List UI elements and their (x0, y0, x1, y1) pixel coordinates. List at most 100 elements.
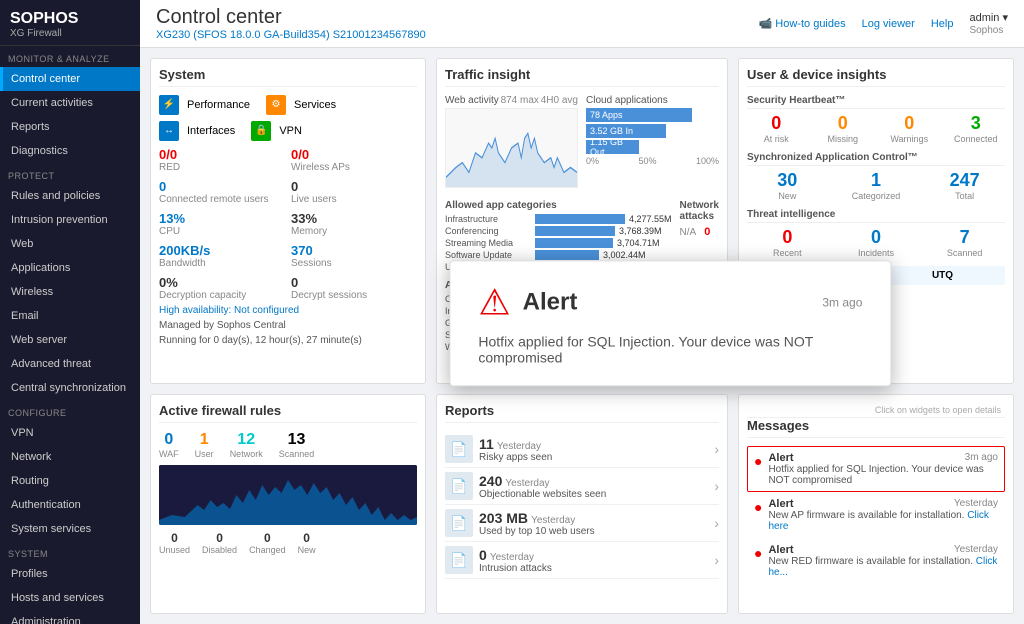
firewall-bottom-stats: 0Unused0Disabled0Changed0New (159, 531, 417, 555)
heartbeat-stats: 0At risk0Missing0Warnings3Connected (747, 113, 1005, 144)
vpn-icon: 🔒 (251, 121, 271, 141)
app-cat-item: Software Update3,002.44M (445, 250, 672, 260)
vpn-item[interactable]: 🔒 VPN (251, 121, 302, 141)
interfaces-item[interactable]: ↔ Interfaces (159, 121, 235, 141)
main-area: Control center XG230 (SFOS 18.0.0 GA-Bui… (140, 0, 1024, 624)
reports-list: 📄 11 Yesterday Risky apps seen ›📄 240 Ye… (445, 431, 719, 579)
cloud-bar: 78 Apps (586, 108, 692, 122)
logo-sub: XG Firewall (10, 28, 78, 39)
report-item[interactable]: 📄 11 Yesterday Risky apps seen › (445, 431, 719, 468)
fw-bottom-item: 0New (298, 531, 316, 555)
report-icon: 📄 (445, 546, 473, 574)
report-arrow: › (714, 552, 719, 568)
remote-users-stat: 0 Connected remote users (159, 179, 285, 205)
sidebar-item-system-services[interactable]: System services (0, 517, 140, 541)
sidebar-item-central-sync[interactable]: Central synchronization (0, 376, 140, 400)
interfaces-icon: ↔ (159, 121, 179, 141)
sidebar-item-vpn[interactable]: VPN (0, 421, 140, 445)
sidebar-item-advanced-threat[interactable]: Advanced threat (0, 352, 140, 376)
sync-title: Synchronized Application Control™ (747, 152, 1005, 166)
web-activity-chart[interactable] (445, 108, 578, 188)
report-item[interactable]: 📄 240 Yesterday Objectionable websites s… (445, 468, 719, 505)
how-to-guides-link[interactable]: 📹 How-to guides (759, 17, 846, 30)
report-icon: 📄 (445, 472, 473, 500)
services-item[interactable]: ⚙ Services (266, 95, 336, 115)
sidebar-section-label: System (0, 541, 140, 562)
sidebar-item-email[interactable]: Email (0, 304, 140, 328)
sidebar-item-web[interactable]: Web (0, 232, 140, 256)
fw-bottom-item: 0Unused (159, 531, 190, 555)
web-activity-label: Web activity (445, 95, 499, 106)
firewall-stats: 0WAF1User12Network13Scanned (159, 431, 417, 459)
admin-menu[interactable]: admin ▾ Sophos (969, 11, 1008, 36)
content-area: System ⚡ Performance ⚙ Services ↔ Interf… (140, 48, 1024, 624)
managed-line: Managed by Sophos Central (159, 320, 417, 331)
message-time: Yesterday (954, 544, 998, 556)
alert-header: ⚠ Alert 3m ago (478, 281, 862, 323)
heartbeat-stat: 0At risk (747, 113, 806, 144)
message-item[interactable]: ● Alert Yesterday New AP firmware is ava… (747, 492, 1005, 538)
sync-stat: 1Categorized (836, 170, 917, 201)
topbar-left: Control center XG230 (SFOS 18.0.0 GA-Bui… (156, 6, 426, 41)
help-link[interactable]: Help (931, 18, 954, 30)
sidebar-item-hosts-and-services[interactable]: Hosts and services (0, 586, 140, 610)
sidebar-item-diagnostics[interactable]: Diagnostics (0, 139, 140, 163)
sidebar-item-network[interactable]: Network (0, 445, 140, 469)
message-link[interactable]: Click he... (768, 556, 997, 578)
message-desc: New AP firmware is available for install… (768, 510, 998, 532)
uptime-line: Running for 0 day(s), 12 hour(s), 27 min… (159, 335, 417, 346)
topbar-right: 📹 How-to guides Log viewer Help admin ▾ … (759, 11, 1008, 36)
sidebar-item-authentication[interactable]: Authentication (0, 493, 140, 517)
memory-stat: 33% Memory (291, 211, 417, 237)
firewall-chart[interactable] (159, 465, 417, 525)
decrypt-sessions-stat: 0 Decrypt sessions (291, 275, 417, 301)
cloud-bar: 3.52 GB In (586, 124, 666, 138)
report-item[interactable]: 📄 203 MB Yesterday Used by top 10 web us… (445, 505, 719, 542)
device-subtitle: XG230 (SFOS 18.0.0 GA-Build354) S2100123… (156, 29, 426, 41)
heartbeat-stat: 3Connected (946, 113, 1005, 144)
sidebar-sections: Monitor & AnalyzeControl centerCurrent a… (0, 46, 140, 624)
alert-title: Alert (523, 288, 811, 316)
cpu-stat: 13% CPU (159, 211, 285, 237)
heartbeat-stat: 0Missing (813, 113, 872, 144)
sidebar-logo: SOPHOS XG Firewall (0, 0, 140, 46)
cloud-bar: 1.15 GB Out (586, 140, 639, 154)
sidebar-item-current-activities[interactable]: Current activities (0, 91, 140, 115)
sidebar-item-control-center[interactable]: Control center (0, 67, 140, 91)
reports-title: Reports (445, 403, 719, 423)
alert-overlay[interactable]: ⚠ Alert 3m ago Hotfix applied for SQL In… (449, 260, 891, 386)
sidebar-item-intrusion-prevention[interactable]: Intrusion prevention (0, 208, 140, 232)
sidebar-item-routing[interactable]: Routing (0, 469, 140, 493)
utq-section[interactable]: UTQ (880, 266, 1005, 285)
sidebar-item-wireless[interactable]: Wireless (0, 280, 140, 304)
sync-stat: 247Total (924, 170, 1005, 201)
sidebar-section-label: Configure (0, 400, 140, 421)
performance-item[interactable]: ⚡ Performance (159, 95, 250, 115)
performance-label: Performance (187, 99, 250, 111)
sidebar-item-reports[interactable]: Reports (0, 115, 140, 139)
message-dot: ● (754, 545, 762, 578)
net-attacks-title: Network attacks (680, 200, 719, 222)
sidebar-item-applications[interactable]: Applications (0, 256, 140, 280)
report-arrow: › (714, 478, 719, 494)
message-item[interactable]: ● Alert 3m ago Hotfix applied for SQL In… (747, 446, 1005, 492)
ha-value[interactable]: Not configured (234, 305, 299, 316)
message-item[interactable]: ● Alert Yesterday New RED firmware is av… (747, 538, 1005, 584)
message-link[interactable]: Click here (768, 510, 988, 532)
sidebar-item-profiles[interactable]: Profiles (0, 562, 140, 586)
report-item[interactable]: 📄 0 Yesterday Intrusion attacks › (445, 542, 719, 579)
sidebar-item-web-server[interactable]: Web server (0, 328, 140, 352)
red-stat: 0/0 RED (159, 147, 285, 173)
alert-icon: ⚠ (478, 281, 510, 323)
report-icon: 📄 (445, 435, 473, 463)
message-content: Alert 3m ago Hotfix applied for SQL Inje… (768, 452, 998, 486)
sidebar-item-rules-and-policies[interactable]: Rules and policies (0, 184, 140, 208)
message-dot: ● (754, 453, 762, 486)
sync-stats: 30New1Categorized247Total (747, 170, 1005, 201)
reports-panel: Reports 📄 11 Yesterday Risky apps seen ›… (436, 394, 728, 614)
log-viewer-link[interactable]: Log viewer (862, 18, 915, 30)
system-title: System (159, 67, 417, 87)
sidebar-item-administration[interactable]: Administration (0, 610, 140, 624)
topbar: Control center XG230 (SFOS 18.0.0 GA-Bui… (140, 0, 1024, 48)
message-time: Yesterday (954, 498, 998, 510)
